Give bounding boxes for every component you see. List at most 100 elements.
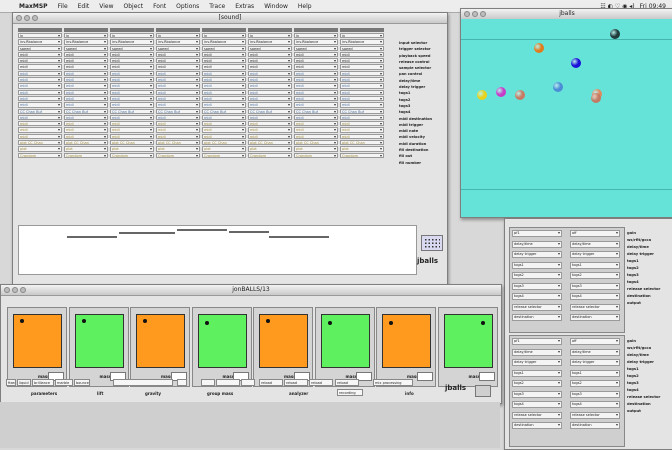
parameter-menu[interactable]: in bbox=[248, 33, 292, 39]
menu-object[interactable]: Object bbox=[124, 3, 144, 10]
parameter-menu[interactable]: Crandom bbox=[202, 152, 246, 158]
parameter-menu[interactable]: plot CC Chan bbox=[340, 140, 384, 146]
parameter-menu[interactable]: plot bbox=[64, 146, 108, 152]
parameter-menu[interactable]: midi bbox=[294, 51, 338, 58]
voice-menu[interactable]: delay trigger bbox=[512, 359, 562, 366]
parameter-menu[interactable]: plot bbox=[18, 146, 62, 152]
parameter-menu[interactable]: midi bbox=[340, 89, 384, 95]
mass-number-box[interactable] bbox=[478, 372, 495, 381]
parameter-menu[interactable]: inv.Rbalance bbox=[294, 39, 338, 45]
parameter-menu[interactable]: midi bbox=[110, 89, 154, 95]
parameter-menu[interactable]: inv.Rbalance bbox=[202, 39, 246, 45]
voice-menu[interactable]: delay/time bbox=[512, 348, 562, 356]
parameter-menu[interactable]: midi bbox=[248, 121, 292, 127]
breakpoint-canvas[interactable] bbox=[18, 225, 417, 275]
parameter-menu[interactable]: in bbox=[64, 33, 108, 39]
parameter-menu[interactable]: plot bbox=[202, 146, 246, 152]
parameter-menu[interactable]: plot bbox=[110, 146, 154, 152]
ball-color-swatch[interactable] bbox=[382, 314, 431, 368]
parameter-menu[interactable]: inv.Rbalance bbox=[64, 39, 108, 45]
parameter-menu[interactable]: CC Chan Buf bbox=[340, 108, 384, 114]
voice-menu[interactable]: delay/time bbox=[570, 348, 620, 356]
parameter-menu[interactable]: midi bbox=[156, 83, 200, 89]
parameter-menu[interactable]: midi bbox=[248, 95, 292, 102]
parameter-menu[interactable]: midi bbox=[248, 114, 292, 121]
menu-window[interactable]: Window bbox=[264, 3, 288, 10]
parameter-menu[interactable]: speed bbox=[110, 45, 154, 51]
parameter-menu[interactable]: midi bbox=[64, 127, 108, 133]
voice-menu[interactable]: togs3 bbox=[512, 390, 562, 398]
parameter-menu[interactable]: midi bbox=[18, 114, 62, 121]
voice-menu[interactable]: togs4 bbox=[570, 401, 620, 408]
parameter-menu[interactable]: midi bbox=[18, 70, 62, 77]
control-box[interactable] bbox=[177, 379, 187, 386]
parameter-menu[interactable]: midi bbox=[18, 58, 62, 64]
parameter-menu[interactable]: midi bbox=[340, 114, 384, 121]
ball-color-swatch[interactable] bbox=[320, 314, 370, 368]
voice-menu[interactable]: destination bbox=[512, 422, 562, 429]
control-box[interactable]: reload bbox=[309, 379, 333, 386]
menu-file[interactable]: File bbox=[58, 3, 68, 10]
voice-menu[interactable]: togs4 bbox=[512, 293, 562, 300]
parameter-menu[interactable]: Crandom bbox=[110, 152, 154, 158]
parameter-menu[interactable]: midi bbox=[110, 51, 154, 58]
parameter-menu[interactable]: midi bbox=[340, 77, 384, 83]
parameter-menu[interactable]: midi bbox=[64, 51, 108, 58]
parameter-menu[interactable]: midi bbox=[294, 121, 338, 127]
voice-menu[interactable]: delay trigger bbox=[570, 251, 620, 258]
parameter-menu[interactable]: midi bbox=[202, 58, 246, 64]
parameter-menu[interactable]: in bbox=[110, 33, 154, 39]
parameter-menu[interactable]: midi bbox=[202, 77, 246, 83]
parameter-menu[interactable]: inv.Rbalance bbox=[110, 39, 154, 45]
voice-menu[interactable]: delay trigger bbox=[570, 359, 620, 366]
parameter-menu[interactable]: midi bbox=[202, 83, 246, 89]
parameter-menu[interactable]: midi bbox=[110, 83, 154, 89]
parameter-menu[interactable]: midi bbox=[248, 77, 292, 83]
parameter-menu[interactable]: midi bbox=[156, 70, 200, 77]
parameter-menu[interactable]: plot CC Chan bbox=[248, 140, 292, 146]
parameter-menu[interactable]: Crandom bbox=[294, 152, 338, 158]
parameter-menu[interactable]: midi bbox=[64, 114, 108, 121]
control-box[interactable]: reload bbox=[284, 379, 308, 386]
ball-position-dot[interactable] bbox=[143, 319, 147, 323]
voice-menu[interactable]: pf1 bbox=[512, 230, 562, 237]
voice-menu[interactable]: togs1 bbox=[570, 261, 620, 269]
parameter-menu[interactable]: midi bbox=[248, 89, 292, 95]
parameter-menu[interactable]: midi bbox=[156, 114, 200, 121]
voice-menu[interactable]: pf1 bbox=[512, 338, 562, 345]
menu-app[interactable]: MaxMSP bbox=[19, 3, 48, 10]
parameter-menu[interactable]: midi bbox=[248, 127, 292, 133]
parameter-menu[interactable]: midi bbox=[64, 89, 108, 95]
control-box[interactable] bbox=[241, 379, 255, 386]
parameter-menu[interactable]: midi bbox=[18, 127, 62, 133]
close-icon[interactable] bbox=[4, 287, 10, 293]
parameter-menu[interactable]: midi bbox=[294, 127, 338, 133]
parameter-menu[interactable]: plot CC Chan bbox=[64, 140, 108, 146]
voice-menu[interactable]: togs4 bbox=[570, 293, 620, 300]
parameter-menu[interactable]: midi bbox=[18, 102, 62, 108]
mass-number-box[interactable] bbox=[417, 372, 433, 381]
zoom-icon[interactable] bbox=[480, 11, 486, 17]
parameter-menu[interactable]: midi bbox=[294, 114, 338, 121]
parameter-menu[interactable]: plot CC Chan bbox=[110, 140, 154, 146]
ball-color-swatch[interactable] bbox=[74, 314, 124, 368]
voice-menu[interactable]: release selector bbox=[570, 411, 620, 419]
ball-position-dot[interactable] bbox=[81, 319, 86, 323]
parameter-menu[interactable]: plot CC Chan bbox=[18, 140, 62, 146]
ball-position-dot[interactable] bbox=[204, 321, 209, 325]
parameter-menu[interactable]: midi bbox=[248, 70, 292, 77]
parameter-menu[interactable]: Crandom bbox=[18, 152, 62, 158]
ball-color-swatch[interactable] bbox=[13, 314, 62, 368]
parameter-menu[interactable]: midi bbox=[156, 121, 200, 127]
parameter-menu[interactable]: midi bbox=[110, 77, 154, 83]
parameter-menu[interactable]: midi bbox=[340, 127, 384, 133]
parameter-menu[interactable]: midi bbox=[202, 64, 246, 70]
parameter-menu[interactable]: in bbox=[18, 33, 62, 39]
ball-position-dot[interactable] bbox=[480, 321, 485, 325]
parameter-menu[interactable]: midi bbox=[18, 89, 62, 95]
parameter-menu[interactable]: midi bbox=[340, 51, 384, 58]
parameter-menu[interactable]: CC Chan Buf bbox=[64, 108, 108, 114]
parameter-menu[interactable]: Crandom bbox=[340, 152, 384, 158]
parameter-menu[interactable]: CC Chan Buf bbox=[110, 108, 154, 114]
parameter-menu[interactable]: inv.Rbalance bbox=[18, 39, 62, 45]
